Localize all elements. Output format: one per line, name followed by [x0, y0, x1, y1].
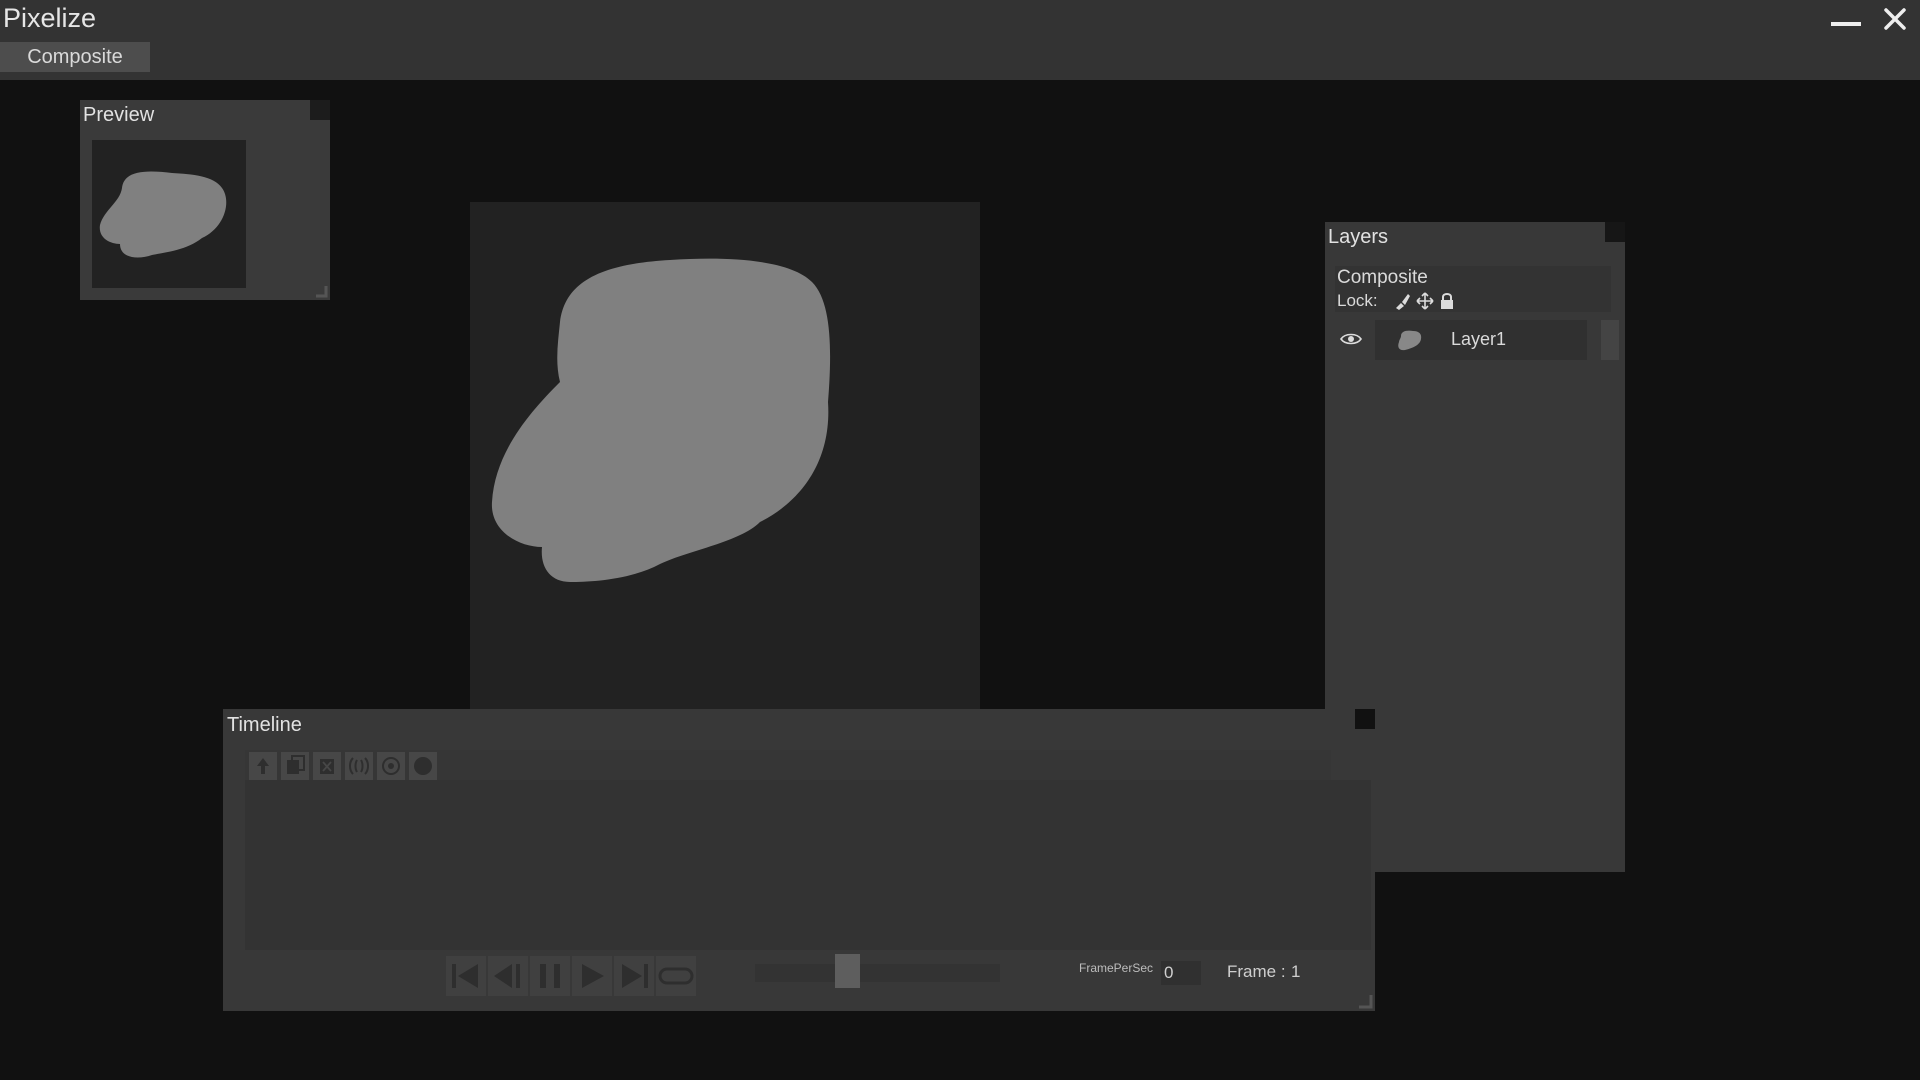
fps-input[interactable] [1161, 961, 1201, 985]
title-bar: Pixelize Composite [0, 0, 1920, 80]
pause-button[interactable] [530, 956, 570, 996]
layer-row: Layer1 [1335, 320, 1619, 362]
frame-label: Frame : [1227, 962, 1286, 981]
panel-corner [310, 100, 330, 120]
preview-thumbnail [92, 140, 246, 288]
timeline-toolbar [245, 750, 1331, 780]
playback-controls [446, 956, 696, 996]
frame-value: 1 [1291, 962, 1301, 981]
resize-handle-icon[interactable] [1357, 993, 1373, 1009]
layer-group-label: Composite [1337, 267, 1428, 288]
close-icon [1884, 8, 1906, 30]
play-button[interactable] [572, 956, 612, 996]
first-frame-icon [452, 964, 478, 988]
timeline-title: Timeline [227, 714, 302, 736]
frame-slider[interactable] [755, 954, 1000, 988]
first-frame-button[interactable] [446, 956, 486, 996]
layer-thumbnail [1398, 330, 1422, 351]
layers-title: Layers [1328, 226, 1389, 248]
copy-frame-button[interactable] [281, 752, 309, 780]
layer-name: Layer1 [1451, 329, 1507, 349]
preview-shape [99, 171, 227, 258]
padlock-icon[interactable] [1437, 291, 1457, 311]
loop-button[interactable] [656, 956, 696, 996]
close-button[interactable] [1880, 2, 1910, 36]
delete-frame-icon [320, 759, 334, 774]
slider-thumb[interactable] [835, 954, 860, 988]
preview-title: Preview [83, 104, 155, 126]
app-title: Pixelize [3, 3, 97, 33]
eye-icon[interactable] [1339, 330, 1363, 348]
onion-skin-button[interactable] [345, 752, 373, 780]
canvas-shape [491, 258, 831, 582]
record-icon [414, 757, 432, 775]
panel-corner [1355, 709, 1375, 729]
layer-group-header[interactable]: Composite [1335, 266, 1611, 290]
prev-frame-button[interactable] [488, 956, 528, 996]
onion-settings-button[interactable] [377, 752, 405, 780]
record-button[interactable] [409, 752, 437, 780]
last-frame-icon [622, 964, 648, 988]
lock-row: Lock: [1335, 290, 1611, 312]
preview-panel: Preview [80, 100, 330, 300]
brush-lock-icon[interactable] [1393, 291, 1413, 311]
prev-frame-icon [494, 964, 520, 988]
last-frame-button[interactable] [614, 956, 654, 996]
tab-composite[interactable]: Composite [0, 42, 150, 72]
lock-label: Lock: [1337, 291, 1378, 310]
add-frame-icon [257, 758, 269, 774]
play-icon [582, 964, 604, 988]
loop-icon [658, 967, 694, 985]
drawing-canvas[interactable] [470, 202, 980, 710]
delete-frame-button[interactable] [313, 752, 341, 780]
fps-label: FramePerSec [1079, 961, 1154, 975]
resize-handle-icon[interactable] [314, 284, 328, 298]
pause-icon [540, 964, 560, 988]
onion-settings-icon [382, 757, 400, 775]
layer-scrollbar[interactable] [1601, 320, 1619, 360]
move-lock-icon[interactable] [1415, 291, 1435, 311]
layer-item[interactable]: Layer1 [1375, 320, 1587, 360]
timeline-panel: Timeline FramePerSec 0 Frame: 1 [223, 709, 1375, 1011]
copy-frame-icon [287, 755, 305, 774]
onion-skin-icon [349, 757, 369, 775]
minimize-button[interactable] [1828, 8, 1864, 38]
add-frame-button[interactable] [249, 752, 277, 780]
timeline-track[interactable] [245, 780, 1371, 950]
panel-corner [1605, 222, 1625, 242]
